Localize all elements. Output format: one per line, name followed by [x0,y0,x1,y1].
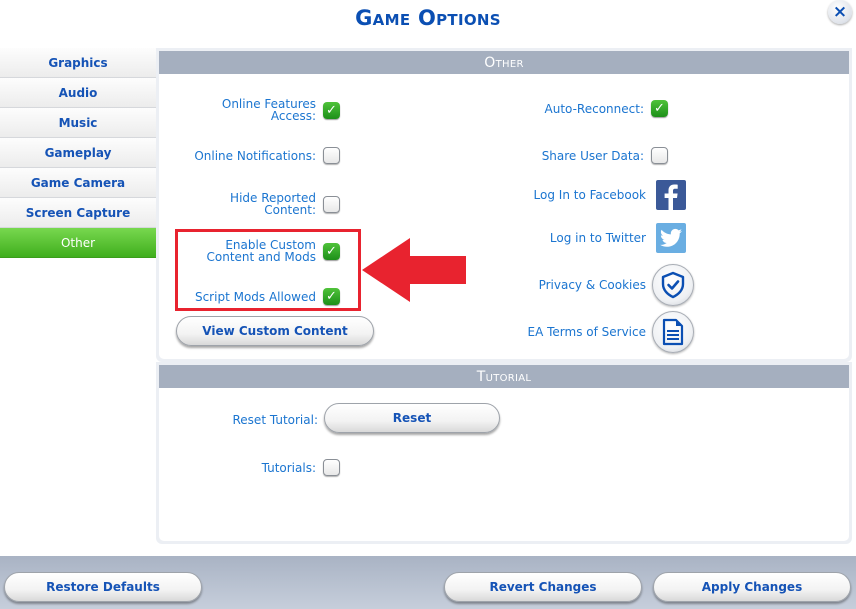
online-notifications-checkbox[interactable] [323,147,340,164]
other-section-header: Other [159,51,849,74]
facebook-icon[interactable] [656,180,686,210]
check-icon: ✓ [326,243,337,259]
document-icon [662,318,684,346]
close-button[interactable]: × [828,0,852,24]
twitter-row[interactable]: Log in to Twitter [500,223,686,253]
reset-tutorial-row: Reset Tutorial: [200,413,319,427]
terms-label[interactable]: EA Terms of Service [528,326,647,338]
facebook-label[interactable]: Log In to Facebook [534,189,646,201]
hide-reported-row: Hide Reported Content: [190,192,340,216]
restore-defaults-button[interactable]: Restore Defaults [4,572,202,602]
facebook-row[interactable]: Log In to Facebook [500,180,686,210]
twitter-label[interactable]: Log in to Twitter [550,232,646,244]
online-notifications-row: Online Notifications: [170,147,340,164]
online-features-row: Online Features Access: ✓ [190,98,340,122]
sidebar-item-graphics[interactable]: Graphics [0,48,156,78]
check-icon: ✓ [326,102,337,118]
terms-row[interactable]: EA Terms of Service [500,311,694,353]
online-features-label: Online Features Access: [221,97,316,123]
reset-tutorial-label: Reset Tutorial: [232,413,319,427]
privacy-row[interactable]: Privacy & Cookies [500,264,694,306]
view-custom-content-button[interactable]: View Custom Content [176,316,374,346]
custom-content-row: Enable Custom Content and Mods ✓ [180,239,340,263]
reset-button[interactable]: Reset [324,403,500,433]
sidebar-item-music[interactable]: Music [0,108,156,138]
tutorials-checkbox[interactable] [323,459,340,476]
auto-reconnect-label: Auto-Reconnect: [544,101,644,116]
revert-changes-button[interactable]: Revert Changes [444,572,642,602]
custom-content-label: Enable Custom Content and Mods [206,238,317,264]
share-user-data-checkbox[interactable] [651,147,668,164]
page-title: Game Options [355,6,501,30]
online-notifications-label: Online Notifications: [194,148,316,163]
tutorials-row: Tutorials: [200,459,340,476]
custom-content-checkbox[interactable]: ✓ [323,242,340,260]
share-user-data-label: Share User Data: [541,148,644,163]
sidebar-item-other[interactable]: Other [0,228,156,258]
sidebar-item-gameplay[interactable]: Gameplay [0,138,156,168]
script-mods-checkbox[interactable]: ✓ [323,288,340,305]
sidebar-item-game-camera[interactable]: Game Camera [0,168,156,198]
shield-check-icon [661,271,685,299]
hide-reported-label: Hide Reported Content: [230,191,316,217]
check-icon: ✓ [326,289,337,304]
twitter-icon[interactable] [656,223,686,253]
script-mods-row: Script Mods Allowed ✓ [180,288,340,305]
privacy-button[interactable] [652,264,694,306]
share-user-data-row: Share User Data: [500,147,668,164]
tutorials-label: Tutorials: [261,460,316,475]
script-mods-label: Script Mods Allowed [194,289,316,304]
check-icon: ✓ [654,101,665,116]
privacy-label[interactable]: Privacy & Cookies [539,279,646,291]
apply-changes-button[interactable]: Apply Changes [653,572,851,602]
hide-reported-checkbox[interactable] [323,195,340,213]
sidebar-item-audio[interactable]: Audio [0,78,156,108]
sidebar: Graphics Audio Music Gameplay Game Camer… [0,48,156,258]
auto-reconnect-checkbox[interactable]: ✓ [651,100,668,117]
online-features-checkbox[interactable]: ✓ [323,101,340,119]
sidebar-item-screen-capture[interactable]: Screen Capture [0,198,156,228]
close-icon: × [832,1,848,22]
auto-reconnect-row: Auto-Reconnect: ✓ [500,100,668,117]
tutorial-section-header: Tutorial [159,365,849,388]
terms-button[interactable] [652,311,694,353]
tutorial-panel: Tutorial [156,362,852,544]
